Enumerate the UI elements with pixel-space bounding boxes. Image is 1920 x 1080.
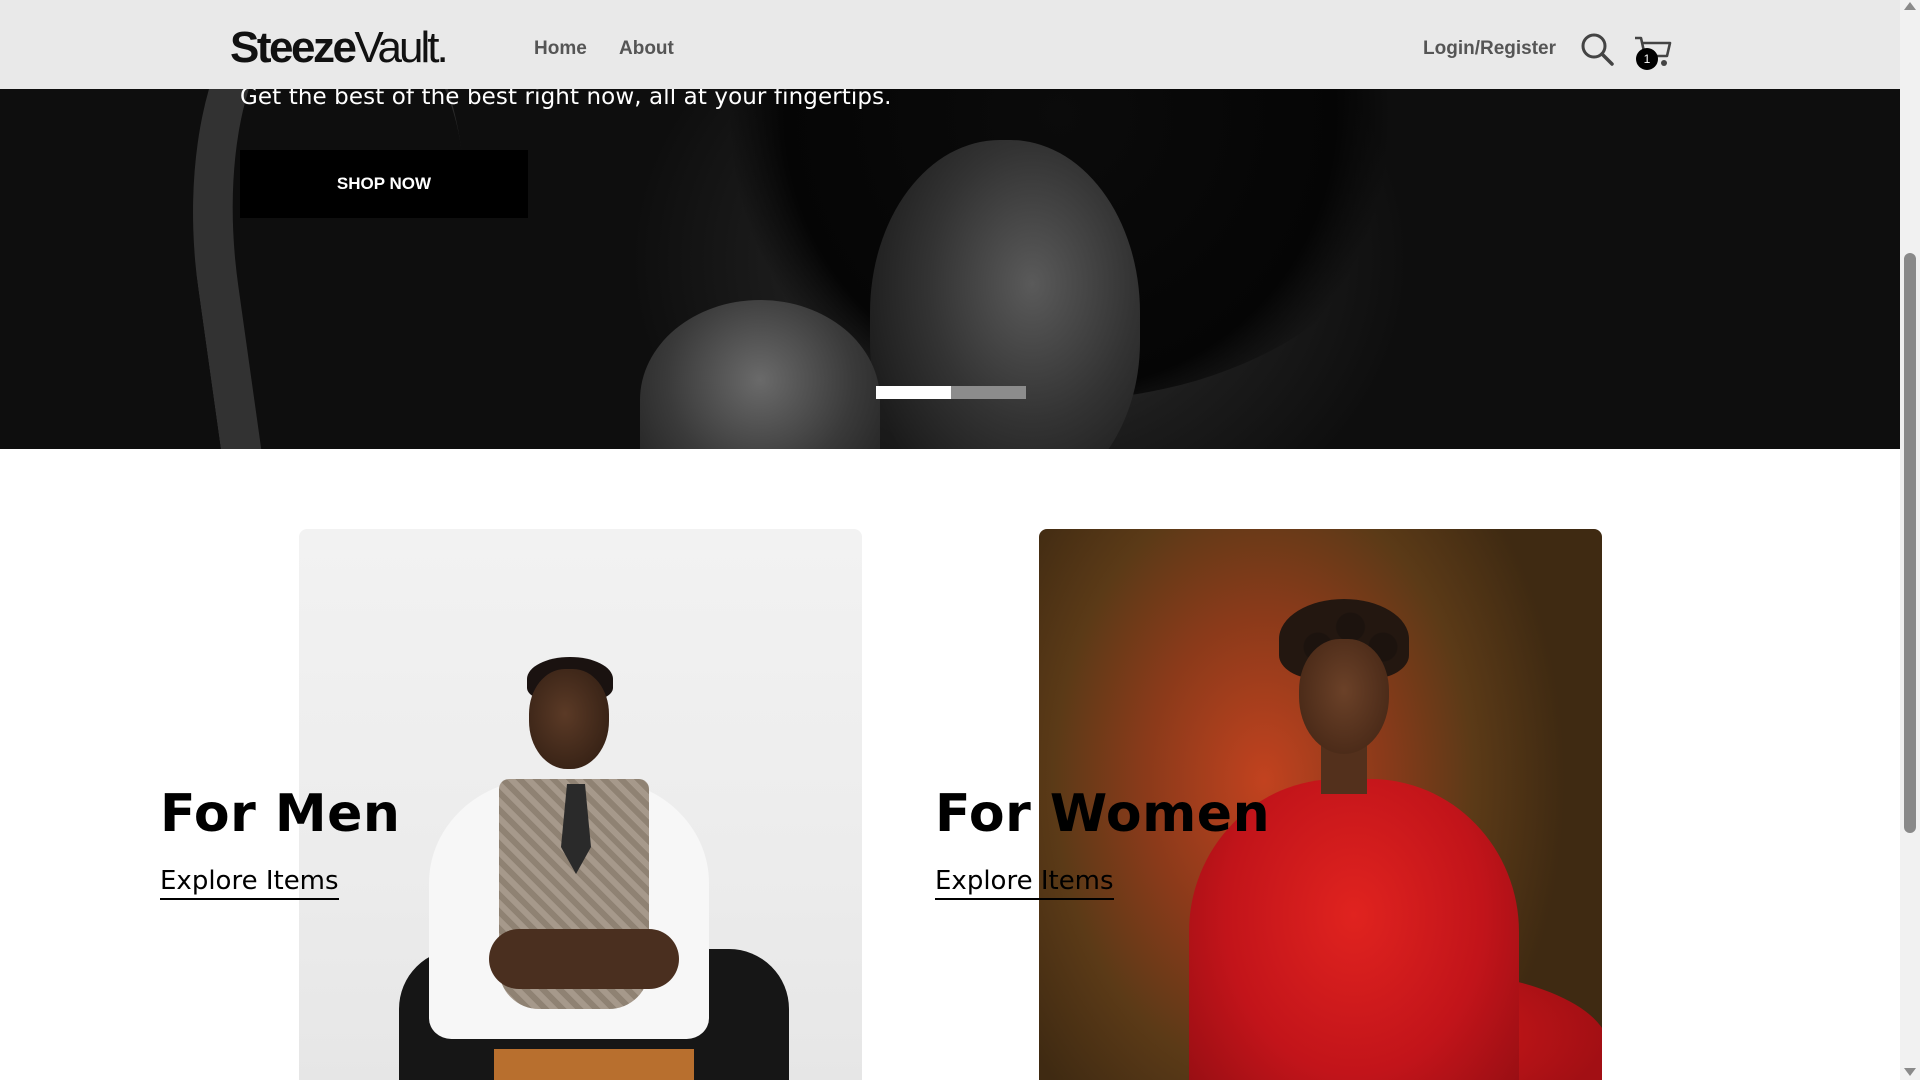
site-header: SteezeVault. Home About Login/Register 1 bbox=[0, 0, 1900, 89]
logo-text-steeze: Steeze bbox=[230, 23, 357, 72]
men-figure-chair bbox=[494, 1049, 694, 1080]
slider-dot-1[interactable] bbox=[876, 386, 951, 399]
page-scrollbar[interactable] bbox=[1900, 0, 1920, 1080]
page: Get the best of the best right now, all … bbox=[0, 0, 1900, 1080]
men-category-title: For Men bbox=[160, 784, 401, 844]
men-figure-head bbox=[529, 669, 609, 769]
men-figure-hands bbox=[489, 929, 679, 989]
women-explore-link[interactable]: Explore Items bbox=[935, 866, 1114, 900]
scrollbar-thumb[interactable] bbox=[1904, 253, 1916, 833]
login-register-link[interactable]: Login/Register bbox=[1423, 38, 1556, 60]
scroll-down-arrow-icon[interactable] bbox=[1904, 1068, 1916, 1076]
nav-home-link[interactable]: Home bbox=[534, 38, 587, 60]
search-icon[interactable] bbox=[1580, 32, 1614, 66]
shop-now-button[interactable]: SHOP NOW bbox=[240, 150, 528, 218]
nav-about-link[interactable]: About bbox=[619, 38, 674, 60]
women-category-title: For Women bbox=[935, 784, 1271, 844]
slider-dot-2[interactable] bbox=[951, 386, 1026, 399]
women-figure-head bbox=[1299, 639, 1389, 754]
men-explore-link[interactable]: Explore Items bbox=[160, 866, 339, 900]
scroll-up-arrow-icon[interactable] bbox=[1904, 2, 1916, 10]
logo-text-vault: Vault. bbox=[354, 23, 448, 72]
cart-count-badge: 1 bbox=[1636, 48, 1658, 70]
site-logo[interactable]: SteezeVault. bbox=[230, 23, 449, 72]
hero-image-face bbox=[870, 140, 1140, 449]
slider-indicator bbox=[876, 386, 1026, 399]
